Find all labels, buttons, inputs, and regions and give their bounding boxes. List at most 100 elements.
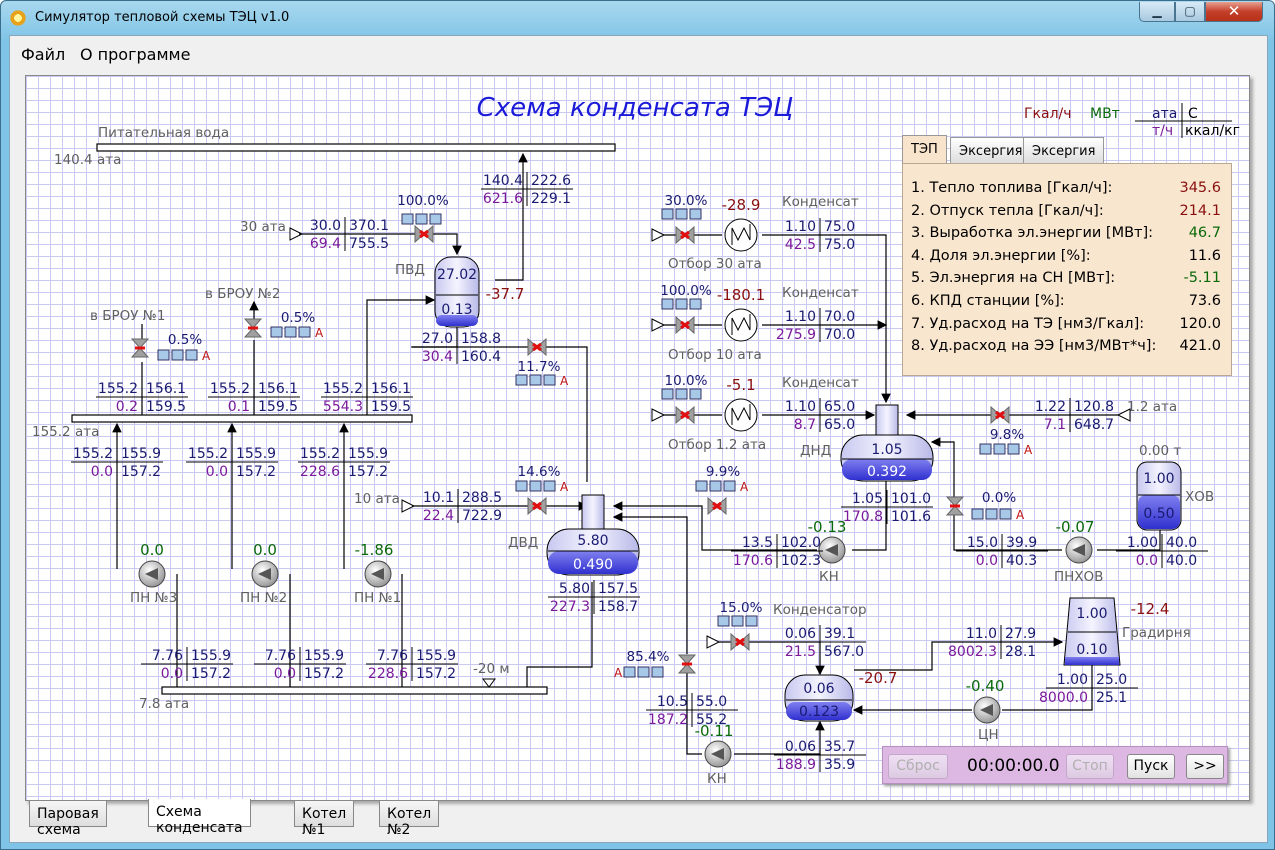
valve-step-button[interactable] — [661, 298, 674, 310]
valve-step-button[interactable] — [543, 374, 556, 386]
start-button[interactable]: Пуск — [1127, 754, 1175, 779]
valve-step-button[interactable] — [543, 480, 556, 492]
menu-file[interactable]: Файл — [21, 45, 65, 64]
tab-steam-scheme[interactable]: Паровая схема — [29, 801, 107, 838]
valve-step-button[interactable] — [284, 326, 297, 338]
valve-step-button[interactable] — [415, 213, 428, 225]
tab-condensate-scheme[interactable]: Схема конденсата — [148, 799, 251, 836]
valve-step-button[interactable] — [661, 388, 674, 400]
label-pn1: ПН №1 — [354, 590, 401, 606]
valve-icon[interactable]: 100.0% — [397, 193, 449, 244]
readout-grq: -12.4 — [1131, 600, 1170, 618]
valve-step-button[interactable] — [689, 388, 702, 400]
close-button[interactable]: ✕ — [1205, 2, 1263, 22]
auto-mode-label[interactable]: А — [560, 480, 569, 494]
auto-mode-label[interactable]: А — [1016, 508, 1025, 522]
minimize-button[interactable]: ▁ — [1139, 2, 1175, 22]
valve-step-button[interactable] — [515, 480, 528, 492]
readout-v_2291: 229.1 — [531, 191, 571, 207]
stop-button[interactable]: Стоп — [1066, 754, 1114, 779]
valve-step-button[interactable] — [529, 480, 542, 492]
readout-pn3v: 0.0 — [140, 541, 164, 559]
valve-step-button[interactable] — [731, 615, 744, 627]
readout-pn1v: -1.86 — [355, 541, 394, 559]
pump-kn1-icon — [818, 536, 846, 564]
valve-step-button[interactable] — [695, 480, 708, 492]
valve-icon[interactable]: А9.9% — [695, 464, 749, 516]
window-title: Симулятор тепловой схемы ТЭЦ v1.0 — [35, 10, 290, 25]
readout-v_7229: 722.9 — [462, 508, 502, 524]
pvd-vessel[interactable]: 27.02 0.13 — [434, 256, 480, 328]
valve-step-button[interactable] — [529, 374, 542, 386]
valve-step-button[interactable] — [1007, 443, 1020, 455]
valve-step-button[interactable] — [675, 388, 688, 400]
readout-q_a: 15.0 — [967, 535, 998, 551]
menu-about[interactable]: О программе — [80, 45, 190, 64]
valve-step-button[interactable] — [171, 349, 184, 361]
valve-step-button[interactable] — [985, 508, 998, 520]
tab-exergy-2[interactable]: Эксергия — [1023, 137, 1105, 163]
valve-step-button[interactable] — [717, 615, 730, 627]
valve-step-button[interactable] — [993, 443, 1006, 455]
label-pn2: ПН №2 — [240, 590, 287, 606]
readout-g2c: 0.0 — [206, 464, 228, 480]
valve-icon[interactable]: А 85.4% — [614, 649, 697, 680]
cooling-tower[interactable]: 1.00 0.10 — [1063, 597, 1121, 666]
auto-mode-label[interactable]: А — [614, 666, 623, 680]
valve-step-button[interactable] — [689, 208, 702, 220]
auto-mode-label[interactable]: А — [202, 349, 211, 363]
reset-button[interactable]: Сброс — [888, 754, 948, 779]
tab-tep[interactable]: ТЭП — [902, 135, 947, 163]
valve-step-button[interactable] — [651, 666, 664, 678]
readout-c3d: 65.0 — [824, 417, 855, 433]
valve-step-button[interactable] — [709, 480, 722, 492]
valve-step-button[interactable] — [515, 374, 528, 386]
valve-step-button[interactable] — [999, 508, 1012, 520]
auto-mode-label[interactable]: А — [315, 326, 324, 340]
auto-mode-label[interactable]: А — [1024, 443, 1033, 457]
valve-step-button[interactable] — [661, 208, 674, 220]
tab-boiler-2[interactable]: Котел №2 — [379, 801, 440, 838]
hov-tank[interactable]: 1.00 0.50 — [1136, 461, 1182, 531]
valve-step-button[interactable] — [623, 666, 636, 678]
readout-c1a: 1.10 — [785, 219, 816, 235]
readout-b2d: 157.2 — [304, 666, 344, 682]
readout-h2d: 159.5 — [258, 399, 298, 415]
label-otbor10: Отбор 10 ата — [668, 347, 762, 363]
readout-b3a: 7.76 — [377, 648, 408, 664]
fast-forward-button[interactable]: >> — [1186, 754, 1224, 779]
valve-step-button[interactable] — [298, 326, 311, 338]
valve-step-button[interactable] — [971, 508, 984, 520]
valve-icon[interactable]: А0.0% — [945, 490, 1025, 522]
pump-pn3-icon — [138, 560, 166, 588]
valve-step-button[interactable] — [429, 213, 442, 225]
auto-mode-label[interactable]: А — [740, 480, 749, 494]
valve-step-button[interactable] — [675, 298, 688, 310]
valve-percent: 30.0% — [665, 193, 708, 209]
valve-step-button[interactable] — [723, 480, 736, 492]
valve-step-button[interactable] — [637, 666, 650, 678]
readout-c3a: 1.10 — [785, 399, 816, 415]
tab-exergy-1[interactable]: Эксергия — [950, 137, 1032, 163]
valve-icon[interactable]: А0.5% — [243, 310, 324, 340]
auto-mode-label[interactable]: А — [560, 374, 569, 388]
valve-icon[interactable]: А0.5% — [130, 332, 211, 363]
readout-u_b: 27.9 — [1005, 626, 1036, 642]
readout-r_b: 120.8 — [1074, 399, 1114, 415]
dvd-vessel[interactable]: 5.80 0.490 — [546, 494, 640, 576]
maximize-button[interactable]: ▢ — [1175, 2, 1205, 22]
valve-step-button[interactable] — [185, 349, 198, 361]
tab-boiler-1[interactable]: Котел №1 — [294, 801, 355, 838]
valve-step-button[interactable] — [979, 443, 992, 455]
condenser-vessel[interactable]: 0.06 0.123 — [784, 674, 854, 722]
valve-step-button[interactable] — [157, 349, 170, 361]
readout-k_a: 13.5 — [742, 535, 773, 551]
valve-icon[interactable]: А11.7% — [515, 337, 569, 388]
valve-step-button[interactable] — [689, 298, 702, 310]
readout-v_2226: 222.6 — [531, 173, 571, 189]
valve-step-button[interactable] — [745, 615, 758, 627]
valve-step-button[interactable] — [270, 326, 283, 338]
valve-step-button[interactable] — [675, 208, 688, 220]
valve-step-button[interactable] — [401, 213, 414, 225]
readout-b3b: 155.9 — [416, 648, 456, 664]
